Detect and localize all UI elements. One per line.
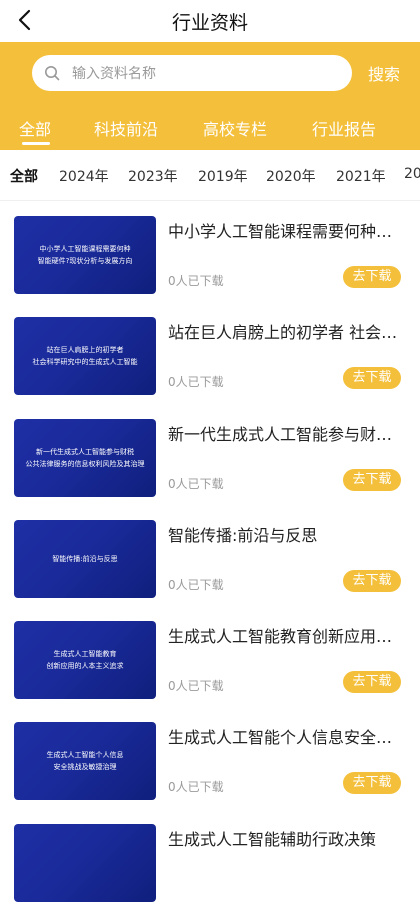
thumbnail-line: 站在巨人肩膀上的初学者 xyxy=(46,346,124,354)
document-thumbnail xyxy=(14,824,156,902)
list-item[interactable]: 智能传播:前沿与反思 智能传播:前沿与反思 0人已下载 去下载 xyxy=(0,504,420,605)
download-count: 0人已下载 xyxy=(168,477,224,491)
thumbnail-text: 生成式人工智能教育 创新应用的人本主义追求 xyxy=(20,648,150,672)
thumbnail-line: 中小学人工智能课程需要何种 xyxy=(39,245,131,253)
download-button[interactable]: 去下载 xyxy=(343,570,401,592)
download-button[interactable]: 去下载 xyxy=(343,367,401,389)
year-2019[interactable]: 2019年 xyxy=(198,166,248,186)
search-placeholder: 输入资料名称 xyxy=(72,66,156,82)
year-2023[interactable]: 2023年 xyxy=(128,166,178,186)
year-filter: 全部 2024年 2023年 2019年 2020年 2021年 20 xyxy=(0,150,420,200)
thumbnail-line: 新一代生成式人工智能参与财税 xyxy=(36,448,134,456)
tab-university[interactable]: 高校专栏 xyxy=(203,116,267,140)
thumbnail-text: 中小学人工智能课程需要何种 智能硬件?现状分析与发展方向 xyxy=(20,243,150,267)
download-count: 0人已下载 xyxy=(168,780,224,794)
list-item[interactable]: 站在巨人肩膀上的初学者 社会科学研究中的生成式人工智能 站在巨人肩膀上的初学者 … xyxy=(0,301,420,402)
thumbnail-line: 社会科学研究中的生成式人工智能 xyxy=(32,358,138,366)
item-title: 生成式人工智能辅助行政决策 xyxy=(168,830,377,849)
top-bar: 行业资料 xyxy=(0,0,420,42)
thumbnail-text: 智能传播:前沿与反思 xyxy=(20,553,150,565)
header-panel: 输入资料名称 搜索 全部 科技前沿 高校专栏 行业报告 xyxy=(0,42,420,150)
document-thumbnail: 生成式人工智能教育 创新应用的人本主义追求 xyxy=(14,621,156,699)
year-2020[interactable]: 2020年 xyxy=(266,166,316,186)
item-title: 中小学人工智能课程需要何种智能硬件?现状分析与发展方向 xyxy=(168,222,400,241)
year-2024[interactable]: 2024年 xyxy=(59,166,109,186)
item-title: 站在巨人肩膀上的初学者 社会科学研究中的生成式人工智能 xyxy=(168,323,400,342)
download-count: 0人已下载 xyxy=(168,375,224,389)
thumbnail-line: 公共法律服务的信息权利风险及其治理 xyxy=(25,460,145,468)
search-icon xyxy=(44,65,60,81)
list-item[interactable]: 生成式人工智能教育 创新应用的人本主义追求 生成式人工智能教育创新应用的人本主义… xyxy=(0,605,420,706)
item-title: 新一代生成式人工智能参与财税公共法律服务的信息权利风险及其治理 xyxy=(168,425,400,444)
document-thumbnail: 新一代生成式人工智能参与财税 公共法律服务的信息权利风险及其治理 xyxy=(14,419,156,497)
thumbnail-text: 新一代生成式人工智能参与财税 公共法律服务的信息权利风险及其治理 xyxy=(20,446,150,470)
thumbnail-line: 生成式人工智能个人信息 xyxy=(46,751,124,759)
search-input[interactable]: 输入资料名称 xyxy=(32,55,352,91)
item-title: 智能传播:前沿与反思 xyxy=(168,526,318,545)
page-title: 行业资料 xyxy=(171,12,248,34)
document-thumbnail: 中小学人工智能课程需要何种 智能硬件?现状分析与发展方向 xyxy=(14,216,156,294)
thumbnail-line: 创新应用的人本主义追求 xyxy=(46,662,124,670)
download-button[interactable]: 去下载 xyxy=(343,772,401,794)
download-button[interactable]: 去下载 xyxy=(343,469,401,491)
list-item[interactable]: 生成式人工智能辅助行政决策 xyxy=(0,808,420,902)
list-item[interactable]: 中小学人工智能课程需要何种 智能硬件?现状分析与发展方向 中小学人工智能课程需要… xyxy=(0,200,420,301)
item-title: 生成式人工智能个人信息安全挑战及敏捷治理 xyxy=(168,728,400,747)
active-tab-indicator xyxy=(22,142,50,145)
tab-industry-report[interactable]: 行业报告 xyxy=(312,116,376,140)
download-button[interactable]: 去下载 xyxy=(343,671,401,693)
year-all[interactable]: 全部 xyxy=(10,166,38,186)
thumbnail-text: 生成式人工智能个人信息 安全挑战及敏捷治理 xyxy=(20,749,150,773)
download-count: 0人已下载 xyxy=(168,274,224,288)
year-more[interactable]: 20 xyxy=(404,166,420,182)
search-button[interactable]: 搜索 xyxy=(368,61,400,85)
document-thumbnail: 智能传播:前沿与反思 xyxy=(14,520,156,598)
category-tabs: 全部 科技前沿 高校专栏 行业报告 xyxy=(0,114,420,150)
thumbnail-line: 生成式人工智能教育 xyxy=(53,650,117,658)
document-thumbnail: 站在巨人肩膀上的初学者 社会科学研究中的生成式人工智能 xyxy=(14,317,156,395)
download-count: 0人已下载 xyxy=(168,578,224,592)
thumbnail-line: 智能硬件?现状分析与发展方向 xyxy=(37,257,133,265)
download-count: 0人已下载 xyxy=(168,679,224,693)
list-item[interactable]: 新一代生成式人工智能参与财税 公共法律服务的信息权利风险及其治理 新一代生成式人… xyxy=(0,403,420,504)
thumbnail-text: 站在巨人肩膀上的初学者 社会科学研究中的生成式人工智能 xyxy=(20,344,150,368)
tab-tech-frontier[interactable]: 科技前沿 xyxy=(94,116,158,140)
item-title: 生成式人工智能教育创新应用的人本主义追求 xyxy=(168,627,400,646)
year-2021[interactable]: 2021年 xyxy=(336,166,386,186)
tab-all[interactable]: 全部 xyxy=(19,116,51,140)
thumbnail-line: 安全挑战及敏捷治理 xyxy=(53,763,117,771)
list-item[interactable]: 生成式人工智能个人信息 安全挑战及敏捷治理 生成式人工智能个人信息安全挑战及敏捷… xyxy=(0,706,420,807)
thumbnail-line: 智能传播:前沿与反思 xyxy=(52,555,118,563)
document-thumbnail: 生成式人工智能个人信息 安全挑战及敏捷治理 xyxy=(14,722,156,800)
download-button[interactable]: 去下载 xyxy=(343,266,401,288)
